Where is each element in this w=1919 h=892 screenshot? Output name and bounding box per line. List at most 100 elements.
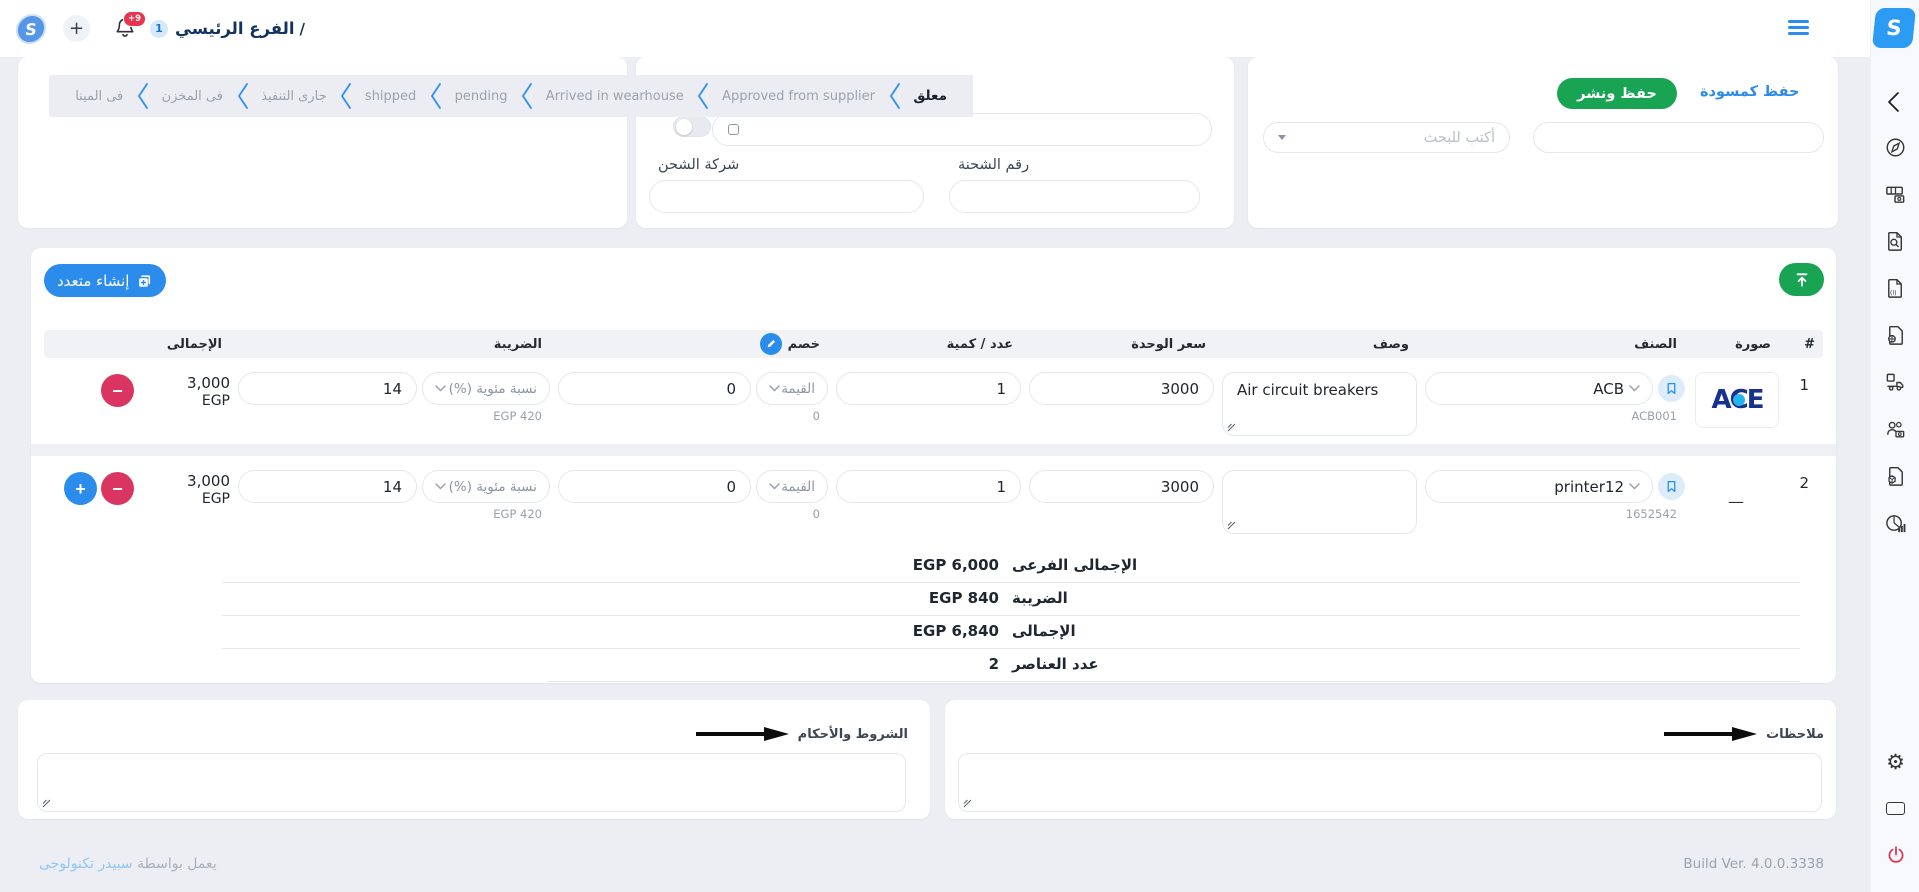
item-code: ACB001 xyxy=(1425,409,1685,423)
stage-shipped[interactable]: shipped xyxy=(365,89,416,104)
logo-dot-icon xyxy=(1733,394,1745,406)
row-total-amount: 3,000 xyxy=(142,374,230,392)
annotation-arrow-icon xyxy=(694,726,790,742)
col-index: # xyxy=(1787,337,1823,352)
remove-row-button[interactable]: − xyxy=(101,374,134,407)
bookmark-icon[interactable] xyxy=(1658,473,1685,500)
supplier-extra-input[interactable] xyxy=(1533,122,1824,153)
discount-type-select[interactable]: القيمة xyxy=(756,372,828,405)
multi-create-button[interactable]: إنشاء متعدد xyxy=(44,264,166,297)
resize-handle-icon[interactable] xyxy=(1227,521,1236,530)
sidebar-item-dashboard[interactable] xyxy=(1884,136,1907,159)
save-draft-button[interactable]: حفظ كمسودة xyxy=(1700,84,1799,100)
chevron-down-icon xyxy=(435,385,446,392)
product-image[interactable]: ACE xyxy=(1695,372,1779,428)
sidebar-item-purchase-orders[interactable] xyxy=(1884,324,1907,347)
discount-value-input[interactable] xyxy=(558,470,751,503)
stage-arrived-warehouse[interactable]: Arrived in wearhouse xyxy=(546,89,684,104)
bookmark-icon[interactable] xyxy=(1658,375,1685,402)
menu-hamburger-icon[interactable] xyxy=(1788,20,1809,38)
quick-add-button[interactable]: + xyxy=(63,15,90,42)
description-textarea[interactable] xyxy=(1222,470,1417,534)
item-image-cell: ACE xyxy=(1693,364,1779,436)
sidebar-collapse-button[interactable] xyxy=(1884,90,1906,114)
top-header: S + +9 1 الفرع الرئيسي / xyxy=(0,0,1870,57)
sidebar-item-quotations[interactable] xyxy=(1884,230,1907,253)
supplier-search-select[interactable]: أكتب للبحث xyxy=(1263,122,1510,153)
discount-type-select[interactable]: القيمة xyxy=(756,470,828,503)
stage-chevron-icon xyxy=(696,82,709,110)
stage-in-stock[interactable]: فى المخزن xyxy=(162,89,223,104)
sidebar-item-shipments[interactable] xyxy=(1884,371,1907,394)
app-logo-icon[interactable]: S xyxy=(14,14,47,44)
notifications-button[interactable]: +9 xyxy=(114,16,138,42)
item-select[interactable]: printer12 xyxy=(1425,470,1653,503)
customers-payments-icon xyxy=(1884,418,1907,441)
brand-logo-icon[interactable]: S xyxy=(1872,8,1916,48)
delivery-truck-icon xyxy=(1884,371,1907,394)
stage-at-port[interactable]: فى المينا xyxy=(75,89,123,104)
tax-value-input[interactable] xyxy=(238,470,417,503)
tax-total-label: الضريبة xyxy=(1012,589,1068,607)
items-table-card: إنشاء متعدد # صورة الصنف وصف سعر الوحدة … xyxy=(31,248,1836,683)
checkbox-icon[interactable] xyxy=(728,124,739,135)
item-select[interactable]: ACB xyxy=(1425,372,1653,405)
sidebar-item-inventory[interactable] xyxy=(1884,465,1907,488)
sidebar-item-settings[interactable]: ⚙ xyxy=(1884,751,1907,774)
tax-value-input[interactable] xyxy=(238,372,417,405)
remove-row-button[interactable]: − xyxy=(101,472,134,505)
unit-price-input[interactable] xyxy=(1029,372,1214,405)
notification-count-badge: +9 xyxy=(123,11,146,27)
col-quantity: عدد / كمية xyxy=(836,337,1021,352)
vendor-link[interactable]: سبيدر تكنولوجى xyxy=(39,856,133,872)
shipping-toggle[interactable] xyxy=(673,116,711,137)
shipping-company-label: شركة الشحن xyxy=(649,157,924,173)
item-select-cell: ACB ACB001 xyxy=(1425,364,1685,436)
discount-cell: القيمة 0 xyxy=(558,364,828,436)
stage-chevron-icon xyxy=(136,82,149,110)
stage-approved-supplier[interactable]: Approved from supplier xyxy=(722,89,875,104)
shipment-number-input[interactable] xyxy=(949,180,1200,213)
items-count-label: عدد العناصر xyxy=(1012,655,1099,673)
stage-in-progress[interactable]: جارى التنفيذ xyxy=(261,89,326,104)
notes-textarea[interactable] xyxy=(958,753,1822,812)
quantity-input[interactable] xyxy=(836,372,1021,405)
resize-handle-icon[interactable] xyxy=(1227,423,1236,432)
upload-items-button[interactable] xyxy=(1779,263,1824,296)
shipping-company-input[interactable] xyxy=(649,180,924,213)
col-discount-label: خصم xyxy=(788,337,820,352)
description-textarea[interactable]: Air circuit breakers xyxy=(1222,372,1417,436)
quantity-input[interactable] xyxy=(836,470,1021,503)
tax-type-select[interactable]: نسبة مئوية (%) xyxy=(422,470,550,503)
header-left-group: S + +9 1 الفرع الرئيسي / xyxy=(16,0,305,57)
col-unit-price: سعر الوحدة xyxy=(1029,337,1214,352)
save-publish-button[interactable]: حفظ ونشر xyxy=(1557,78,1677,109)
stage-chevron-icon xyxy=(339,82,352,110)
sidebar-item-reports[interactable] xyxy=(1884,512,1907,535)
sidebar-item-invoices[interactable]: (i) xyxy=(1884,277,1907,300)
stage-chevron-icon xyxy=(520,82,533,110)
edit-discount-icon[interactable] xyxy=(760,333,782,355)
resize-handle-icon[interactable] xyxy=(963,799,972,808)
sidebar-item-logout[interactable] xyxy=(1884,843,1907,866)
sidebar-item-display[interactable] xyxy=(1884,797,1907,820)
stage-pending-hold[interactable]: معلق xyxy=(913,88,947,104)
resize-handle-icon[interactable] xyxy=(42,799,51,808)
sidebar-item-customers[interactable] xyxy=(1884,418,1907,441)
right-sidebar: S xyxy=(1870,0,1919,892)
tax-type-select[interactable]: نسبة مئوية (%) xyxy=(422,372,550,405)
dropdown-arrow-icon xyxy=(1278,135,1286,140)
discount-value-input[interactable] xyxy=(558,372,751,405)
terms-textarea[interactable] xyxy=(37,753,906,812)
shipping-option-field[interactable] xyxy=(712,113,1212,146)
add-row-button[interactable]: + xyxy=(64,472,97,505)
display-icon xyxy=(1886,802,1905,815)
powered-by-text: يعمل بواسطة xyxy=(137,856,217,872)
sidebar-item-pos[interactable] xyxy=(1884,183,1907,206)
col-item: الصنف xyxy=(1425,337,1685,352)
shipment-number-label: رقم الشحنة xyxy=(949,157,1200,173)
unit-price-input[interactable] xyxy=(1029,470,1214,503)
stage-pending[interactable]: pending xyxy=(455,89,508,104)
breadcrumb[interactable]: الفرع الرئيسي xyxy=(175,19,295,38)
grand-total-value: EGP 6,840 xyxy=(913,622,999,640)
